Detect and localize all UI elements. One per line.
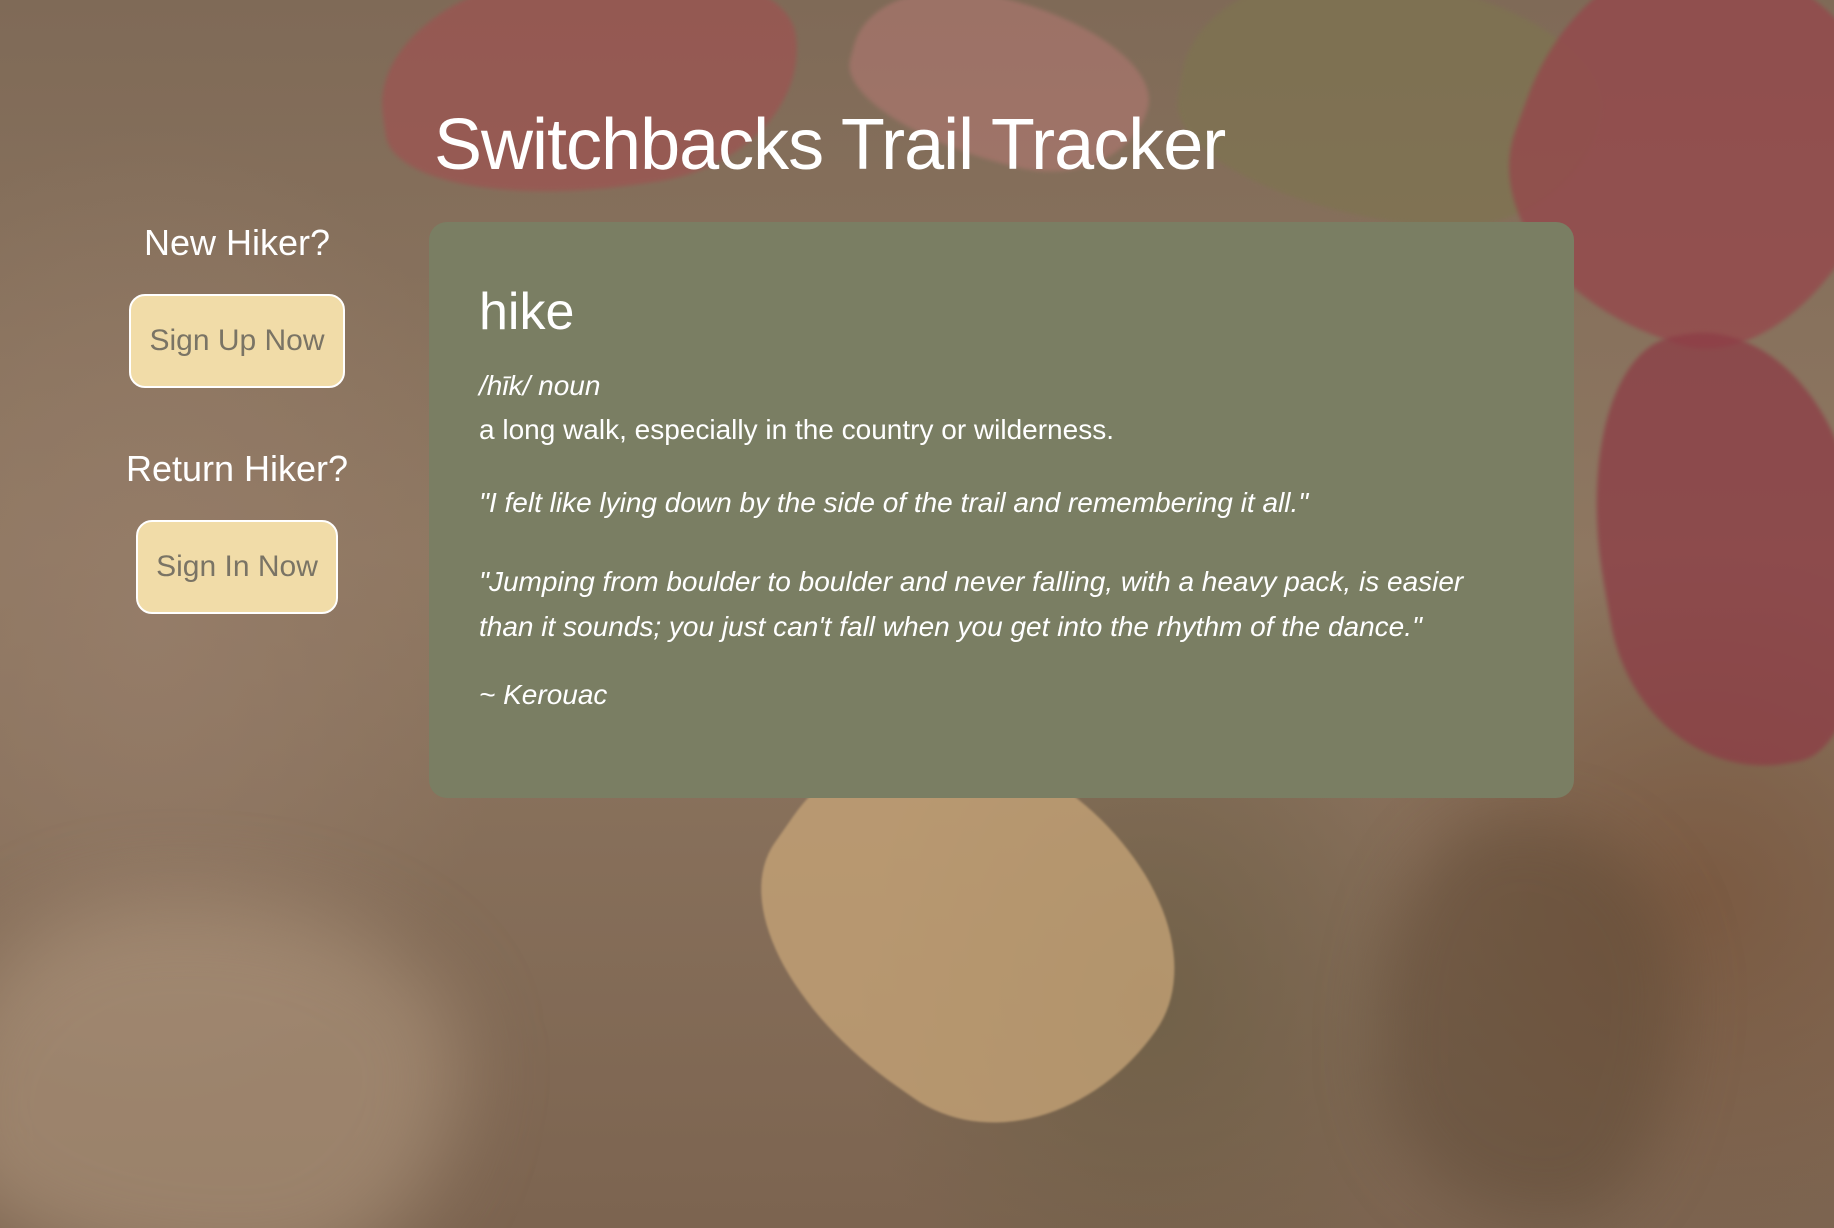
- definition-card: hike /hīk/ noun a long walk, especially …: [429, 222, 1574, 798]
- return-hiker-heading: Return Hiker?: [125, 448, 349, 489]
- background-blur-shape: [0, 900, 460, 1228]
- return-hiker-section: Return Hiker? Sign In Now: [108, 448, 366, 614]
- sign-in-button[interactable]: Sign In Now: [136, 520, 338, 614]
- definition-word: hike: [479, 283, 575, 341]
- new-hiker-heading: New Hiker?: [143, 222, 331, 263]
- page-title: Switchbacks Trail Tracker: [434, 105, 1226, 185]
- background-blur-shape: [1380, 820, 1680, 1220]
- sidebar: New Hiker? Sign Up Now Return Hiker? Sig…: [108, 222, 366, 614]
- definition-text: a long walk, especially in the country o…: [479, 414, 1114, 445]
- new-hiker-section: New Hiker? Sign Up Now: [108, 222, 366, 388]
- quote: "I felt like lying down by the side of t…: [479, 487, 1309, 518]
- quote: "Jumping from boulder to boulder and nev…: [479, 566, 1464, 642]
- sign-up-button[interactable]: Sign Up Now: [129, 294, 345, 388]
- background-leaf: [1563, 310, 1834, 790]
- pronunciation: /hīk/ noun: [479, 370, 601, 401]
- quote-attribution: ~ Kerouac: [479, 679, 608, 710]
